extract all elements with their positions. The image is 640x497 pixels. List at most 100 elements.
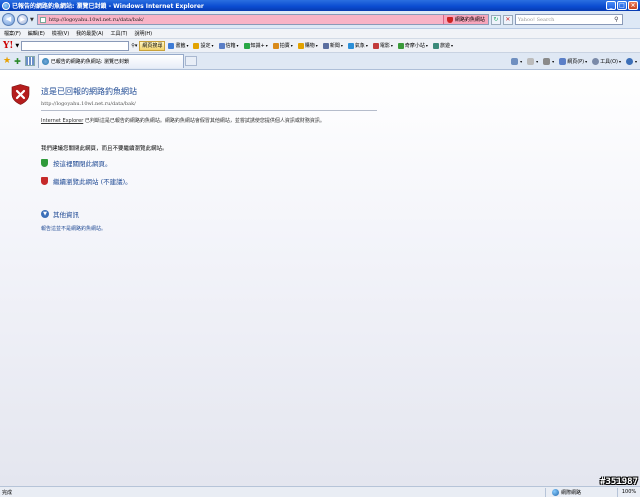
page-menu-icon	[559, 57, 567, 65]
refresh-button[interactable]: ↻	[490, 14, 501, 25]
settings-icon	[193, 42, 200, 49]
title-bar: 已報告的網路釣魚網站: 瀏覽已封鎖 - Windows Internet Exp…	[0, 0, 640, 11]
yahoo-tool-weather[interactable]: 氣象 ▾	[347, 42, 368, 49]
continue-option[interactable]: 繼續瀏覽此網站 (不建議)。	[41, 176, 132, 186]
phishing-warning-badge[interactable]: 網路釣魚網站	[442, 15, 488, 24]
search-box[interactable]: Yahoo! Search ⚲	[514, 14, 623, 25]
minimize-button[interactable]: _	[606, 1, 616, 10]
yahoo-logo[interactable]: Y!	[3, 41, 13, 51]
search-icon[interactable]: ⚲	[611, 15, 622, 24]
tab-phishing[interactable]: 已報告的網路釣魚網站: 瀏覽已封鎖	[37, 54, 184, 68]
chevron-down-icon[interactable]: ▾	[366, 43, 368, 48]
yahoo-tool-label: 氣象	[354, 43, 365, 49]
continue-link[interactable]: 繼續瀏覽此網站 (不建議)。	[53, 176, 132, 186]
search-placeholder[interactable]: Yahoo! Search	[516, 17, 611, 23]
status-text: 完成	[2, 489, 13, 496]
yahoo-tool-club[interactable]: 奇摩小站 ▾	[397, 42, 428, 49]
menu-bar: 檔案(F) 編輯(E) 檢視(V) 我的最愛(A) 工具(T) 說明(H)	[0, 29, 640, 39]
chevron-down-icon[interactable]: ▼	[41, 210, 49, 218]
menu-favorites[interactable]: 我的最愛(A)	[76, 30, 103, 37]
yahoo-tool-list: 書籤 ▾ 設定 ▾ 信箱 ▾ 知識+ ▾ 拍賣 ▾ 購物 ▾ 新聞 ▾ 氣象 ▾ 電影 ▾ 奇摩小站 ▾ 旅遊 ▾	[168, 42, 458, 49]
tools-menu[interactable]: 工具(O) ▾	[592, 57, 621, 65]
tools-menu-label: 工具(O)	[600, 58, 618, 65]
news-icon	[322, 42, 329, 49]
bookmark-icon	[168, 42, 175, 49]
new-tab-button[interactable]	[184, 56, 197, 66]
chevron-down-icon[interactable]: ▾	[316, 43, 318, 48]
zone-label: 網際網路	[561, 489, 582, 496]
history-dropdown[interactable]: ▼	[30, 17, 34, 23]
more-info-toggle[interactable]: ▼ 其他資訊	[41, 209, 79, 219]
address-url[interactable]: http://logoyahu.10wl.net.ru/data/bak/	[49, 17, 443, 23]
ie-name-link[interactable]: Internet Explorer	[41, 118, 83, 124]
yahoo-tool-movie[interactable]: 電影 ▾	[372, 42, 393, 49]
window-title: 已報告的網路釣魚網站: 瀏覽已封鎖 - Windows Internet Exp…	[12, 3, 204, 10]
chevron-down-icon[interactable]: ▾	[186, 43, 188, 48]
yahoo-tool-travel[interactable]: 旅遊 ▾	[432, 42, 453, 49]
page-title: 這是已回報的網路釣魚網站	[41, 87, 137, 96]
close-page-link[interactable]: 按這裡關閉此網頁。	[53, 158, 112, 168]
chevron-down-icon[interactable]: ▾	[237, 43, 239, 48]
forward-button[interactable]: ▶	[17, 14, 28, 25]
tab-label: 已報告的網路釣魚網站: 瀏覽已封鎖	[50, 59, 130, 65]
chevron-down-icon[interactable]: ▾	[391, 43, 393, 48]
page-menu[interactable]: 網頁(P) ▾	[559, 57, 587, 65]
close-page-option[interactable]: 按這裡關閉此網頁。	[41, 158, 112, 168]
chevron-down-icon[interactable]: ▾	[211, 43, 213, 48]
menu-edit[interactable]: 編輯(E)	[28, 30, 45, 37]
command-bar: ▾ ▾ ▾ 網頁(P) ▾ 工具(O) ▾ ▾	[506, 57, 640, 65]
menu-file[interactable]: 檔案(F)	[4, 30, 21, 37]
maximize-button[interactable]: □	[617, 1, 627, 10]
add-favorite-icon[interactable]: ✚	[14, 57, 21, 66]
yahoo-tool-shopping[interactable]: 購物 ▾	[297, 42, 318, 49]
close-button[interactable]: ×	[628, 1, 638, 10]
report-not-phishing-link[interactable]: 報告這並不是網路釣魚網站。	[41, 225, 106, 232]
yahoo-tool-knowledge[interactable]: 知識+ ▾	[243, 42, 268, 49]
quick-tabs-icon[interactable]	[24, 56, 35, 66]
status-divider	[545, 487, 546, 497]
tab-ie-icon	[41, 58, 49, 65]
yahoo-tool-mail[interactable]: 信箱 ▾	[218, 42, 239, 49]
zoom-level[interactable]: 100%	[618, 489, 640, 495]
yahoo-tool-label: 拍賣	[279, 43, 290, 49]
menu-view[interactable]: 檢視(V)	[52, 30, 69, 37]
more-info-label[interactable]: 其他資訊	[53, 209, 79, 219]
security-zone[interactable]: 網際網路 100%	[545, 487, 640, 497]
ie-logo-icon	[2, 1, 10, 10]
watermark-id: #351987	[600, 477, 638, 487]
menu-tools[interactable]: 工具(T)	[111, 30, 128, 37]
print-button[interactable]: ▾	[543, 57, 554, 65]
help-button[interactable]: ▾	[625, 57, 637, 65]
web-search-button[interactable]: 網頁搜尋	[139, 40, 166, 51]
yahoo-tool-news[interactable]: 新聞 ▾	[322, 42, 343, 49]
back-button[interactable]: ◀	[2, 13, 15, 26]
chevron-down-icon[interactable]: ▼	[15, 43, 19, 49]
yahoo-tool-settings[interactable]: 設定 ▾	[193, 42, 214, 49]
page-menu-label: 網頁(P)	[567, 58, 585, 65]
rss-icon	[527, 57, 535, 65]
description-text: 已判斷這是已報告的網路釣魚網站。網路釣魚網站會假冒其他網站，並嘗試誘使您提供個人…	[83, 118, 325, 124]
globe-icon	[552, 488, 559, 496]
yahoo-tool-bookmark[interactable]: 書籤 ▾	[168, 42, 188, 49]
address-bar[interactable]: http://logoyahu.10wl.net.ru/data/bak/ 網路…	[36, 14, 489, 25]
feeds-button[interactable]: ▾	[527, 57, 538, 65]
chevron-down-icon[interactable]: ▾	[451, 43, 453, 48]
chevron-down-icon[interactable]: ▾	[266, 43, 268, 48]
stop-button[interactable]: ✕	[502, 14, 513, 25]
mail-icon	[218, 42, 225, 49]
shield-warning-icon	[446, 16, 453, 23]
menu-help[interactable]: 說明(H)	[134, 30, 152, 37]
favorites-star-icon[interactable]: ★	[3, 56, 11, 66]
home-button[interactable]: ▾	[511, 57, 522, 65]
yahoo-search-input[interactable]	[21, 40, 130, 51]
yahoo-tool-label: 設定	[200, 43, 211, 49]
chevron-down-icon[interactable]: ▾	[426, 43, 428, 48]
search-icon[interactable]: ⚲▾	[131, 43, 137, 49]
chevron-down-icon[interactable]: ▾	[341, 43, 343, 48]
yahoo-tool-label: 新聞	[329, 43, 340, 49]
advice-text: 我們建議您關閉此網頁，而且不要繼續瀏覽此網站。	[41, 146, 168, 152]
yahoo-tool-label: 信箱	[225, 43, 236, 49]
chevron-down-icon[interactable]: ▾	[291, 43, 293, 48]
yahoo-tool-auction[interactable]: 拍賣 ▾	[272, 42, 293, 49]
club-icon	[397, 42, 404, 49]
